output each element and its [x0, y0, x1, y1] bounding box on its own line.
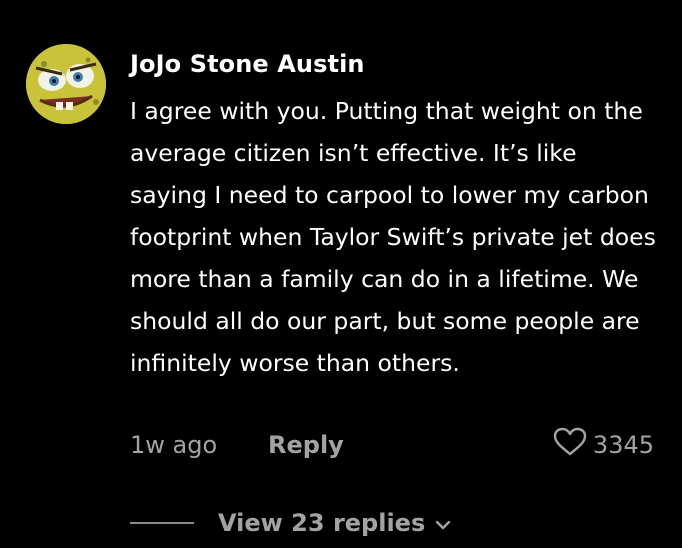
like-count: 3345	[592, 431, 654, 459]
view-replies-button[interactable]: View 23 replies	[218, 509, 451, 537]
view-replies-label: View 23 replies	[218, 509, 426, 537]
chevron-down-icon	[435, 509, 451, 537]
reply-button[interactable]: Reply	[268, 427, 344, 463]
comment-timestamp: 1w ago	[130, 431, 218, 459]
divider	[130, 522, 194, 524]
comment-username[interactable]: JoJo Stone Austin	[130, 50, 365, 78]
avatar[interactable]	[26, 44, 106, 124]
comment-text: I agree with you. Putting that weight on…	[130, 97, 656, 377]
heart-icon	[553, 427, 587, 463]
like-button[interactable]: 3345	[553, 427, 654, 463]
view-replies-row: View 23 replies	[130, 505, 451, 541]
